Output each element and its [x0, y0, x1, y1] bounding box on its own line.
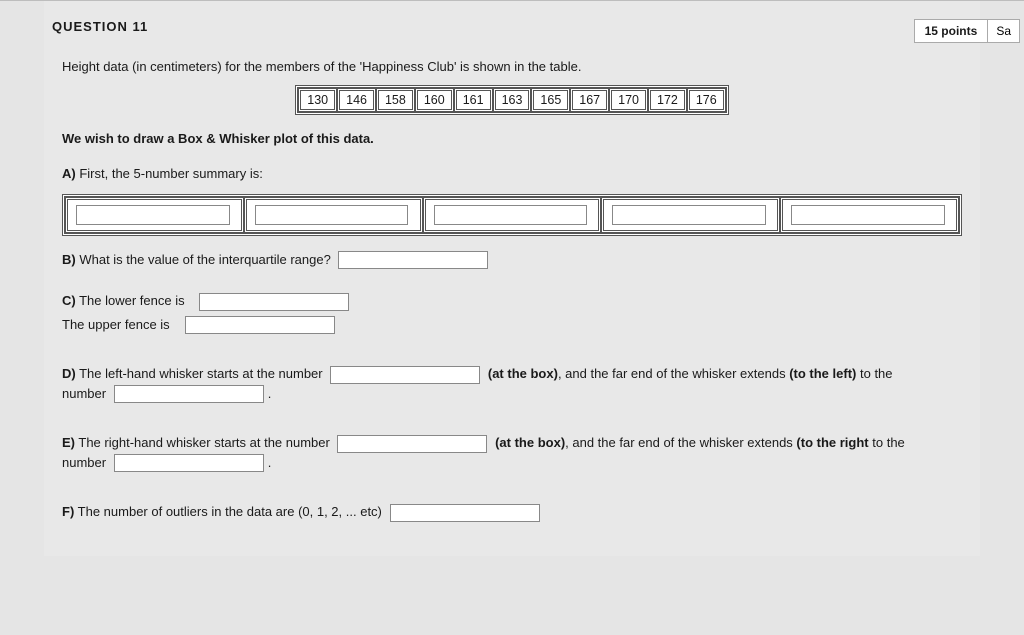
e-whisker-end-input[interactable]: [114, 454, 264, 472]
data-cell: 165: [531, 88, 570, 112]
part-e-to-bold: (to the right: [796, 435, 868, 450]
part-b-label: B): [62, 252, 76, 267]
data-cell: 170: [609, 88, 648, 112]
d-box-start-input[interactable]: [330, 366, 480, 384]
question-title: QUESTION 11: [52, 19, 148, 34]
part-a-text: First, the 5-number summary is:: [79, 166, 263, 181]
iqr-input[interactable]: [338, 251, 488, 269]
summary-input-2[interactable]: [255, 205, 409, 225]
data-cell: 158: [376, 88, 415, 112]
intro-text: Height data (in centimeters) for the mem…: [62, 57, 962, 77]
height-data-table: 130146158160161163165167170172176: [295, 85, 728, 115]
wish-line: We wish to draw a Box & Whisker plot of …: [62, 129, 962, 149]
e-box-start-input[interactable]: [337, 435, 487, 453]
part-a-label: A): [62, 166, 76, 181]
upper-fence-text: The upper fence is: [62, 317, 170, 332]
summary-input-4[interactable]: [612, 205, 766, 225]
d-whisker-end-input[interactable]: [114, 385, 264, 403]
data-cell: 163: [493, 88, 532, 112]
data-cell: 160: [415, 88, 454, 112]
data-cell: 176: [687, 88, 726, 112]
part-d-label: D): [62, 366, 76, 381]
question-block: QUESTION 11 15 points Sa Height data (in…: [44, 1, 980, 556]
part-c-upper: The upper fence is: [62, 315, 962, 335]
upper-fence-input[interactable]: [185, 316, 335, 334]
part-f-label: F): [62, 504, 74, 519]
part-e-label: E): [62, 435, 75, 450]
data-cell: 172: [648, 88, 687, 112]
lower-fence-input[interactable]: [199, 293, 349, 311]
data-cell: 167: [570, 88, 609, 112]
part-d-end: .: [268, 386, 272, 401]
data-cell: 146: [337, 88, 376, 112]
part-e-end: .: [268, 455, 272, 470]
part-e: E) The right-hand whisker starts at the …: [62, 433, 922, 472]
part-c-lower: C) The lower fence is: [62, 291, 962, 311]
outliers-count-input[interactable]: [390, 504, 540, 522]
part-d-to-bold: (to the left): [789, 366, 856, 381]
part-a: A) First, the 5-number summary is:: [62, 164, 962, 184]
points-label: 15 points: [914, 19, 989, 43]
part-e-mid-bold: (at the box): [495, 435, 565, 450]
part-c-label: C): [62, 293, 76, 308]
part-f-text: The number of outliers in the data are (…: [78, 504, 382, 519]
part-e-pre: The right-hand whisker starts at the num…: [78, 435, 329, 450]
part-d-mid-bold: (at the box): [488, 366, 558, 381]
summary-input-3[interactable]: [434, 205, 588, 225]
summary-input-5[interactable]: [791, 205, 945, 225]
part-e-mid-rest: , and the far end of the whisker extends: [565, 435, 793, 450]
summary-input-1[interactable]: [76, 205, 230, 225]
data-cell: 161: [454, 88, 493, 112]
part-b: B) What is the value of the interquartil…: [62, 250, 962, 270]
save-answer-button[interactable]: Sa: [988, 19, 1020, 43]
lower-fence-text: The lower fence is: [79, 293, 185, 308]
part-b-text: What is the value of the interquartile r…: [79, 252, 330, 267]
part-d-pre: The left-hand whisker starts at the numb…: [79, 366, 323, 381]
part-f: F) The number of outliers in the data ar…: [62, 502, 962, 522]
five-number-summary-table: [62, 194, 962, 236]
part-d: D) The left-hand whisker starts at the n…: [62, 364, 922, 403]
data-cell: 130: [298, 88, 337, 112]
part-d-mid-rest: , and the far end of the whisker extends: [558, 366, 786, 381]
